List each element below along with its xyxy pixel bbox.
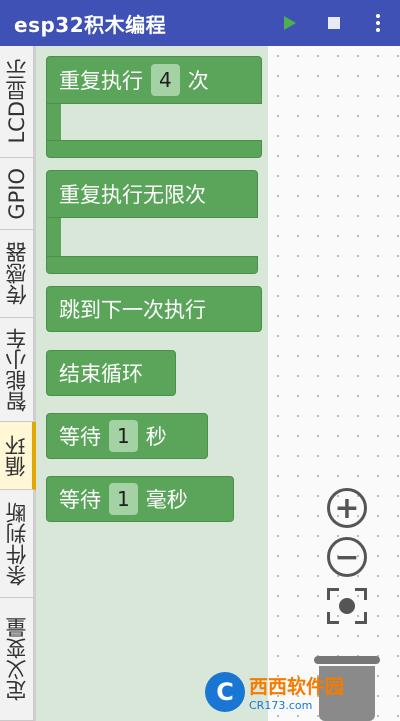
trash-lid-icon — [314, 656, 380, 664]
continue-label: 跳到下一次执行 — [59, 298, 206, 322]
repeat-forever-arm — [46, 218, 61, 256]
watermark-name: 西西软件园 — [249, 676, 345, 698]
repeat-suffix: 次 — [187, 69, 209, 93]
play-icon — [284, 16, 296, 30]
wait-seconds-block[interactable]: 等待 1 秒 — [46, 413, 208, 459]
category-tab-loop[interactable]: 循环 — [0, 422, 36, 490]
category-label: GPIO — [4, 167, 29, 220]
plus-icon: + — [334, 490, 360, 526]
app-title: esp32积木编程 — [14, 12, 167, 37]
stop-button[interactable] — [312, 0, 356, 46]
category-tab-condition[interactable]: 条件判断 — [0, 490, 36, 598]
category-label: 循环 — [4, 434, 28, 477]
corner-icon — [327, 588, 339, 600]
category-label: 条件判断 — [4, 501, 29, 586]
category-tab-gpio[interactable]: GPIO — [0, 158, 36, 230]
zoom-out-button[interactable]: − — [327, 537, 367, 577]
zoom-in-button[interactable]: + — [327, 488, 367, 528]
target-icon — [339, 598, 355, 614]
break-label: 结束循环 — [59, 362, 143, 386]
repeat-arm — [46, 104, 61, 140]
category-label: LCD显示 — [4, 59, 29, 144]
repeat-times-header: 重复执行 4 次 — [46, 56, 262, 104]
corner-icon — [355, 612, 367, 624]
continue-block[interactable]: 跳到下一次执行 — [46, 286, 262, 332]
break-block[interactable]: 结束循环 — [46, 350, 176, 396]
app-bar: esp32积木编程 — [0, 0, 400, 46]
repeat-forever-bottom — [46, 256, 258, 274]
wait-seconds-suffix: 秒 — [145, 425, 167, 449]
repeat-times-block[interactable]: 重复执行 4 次 — [46, 56, 262, 158]
watermark-text: 西西软件园 CR173.com — [249, 672, 344, 712]
watermark-logo-icon: C — [205, 672, 245, 712]
category-tab-variables[interactable]: 定义变量 — [0, 598, 36, 721]
corner-icon — [355, 588, 367, 600]
category-tab-lcd[interactable]: LCD显示 — [0, 46, 36, 158]
stop-icon — [328, 17, 340, 29]
wait-ms-label: 等待 — [59, 488, 101, 512]
wait-seconds-field[interactable]: 1 — [109, 420, 138, 452]
repeat-label: 重复执行 — [59, 69, 143, 93]
wait-ms-suffix: 毫秒 — [145, 488, 188, 512]
repeat-count-field[interactable]: 4 — [151, 64, 180, 96]
overflow-menu-button[interactable] — [356, 0, 400, 46]
wait-seconds-label: 等待 — [59, 425, 101, 449]
corner-icon — [327, 612, 339, 624]
wait-ms-block[interactable]: 等待 1 毫秒 — [46, 476, 234, 522]
zoom-reset-button[interactable] — [327, 588, 367, 624]
category-toolbox: LCD显示 GPIO 传感器 智能小车 循环 条件判断 定义变量 — [0, 46, 36, 721]
toolbar-actions — [268, 0, 400, 46]
repeat-bottom — [46, 140, 262, 158]
repeat-forever-label: 重复执行无限次 — [59, 183, 206, 207]
watermark-url: CR173.com — [249, 699, 313, 712]
category-label: 定义变量 — [4, 617, 29, 701]
run-button[interactable] — [268, 0, 312, 46]
watermark: C 西西软件园 CR173.com — [205, 668, 397, 716]
wait-ms-field[interactable]: 1 — [109, 483, 138, 515]
category-label: 传感器 — [4, 242, 29, 305]
category-label: 智能小车 — [4, 327, 29, 412]
minus-icon: − — [334, 539, 360, 575]
repeat-forever-block[interactable]: 重复执行无限次 — [46, 170, 258, 274]
category-tab-smart-car[interactable]: 智能小车 — [0, 318, 36, 422]
category-tab-sensor[interactable]: 传感器 — [0, 230, 36, 318]
more-vert-icon — [376, 14, 380, 32]
repeat-forever-header: 重复执行无限次 — [46, 170, 258, 218]
